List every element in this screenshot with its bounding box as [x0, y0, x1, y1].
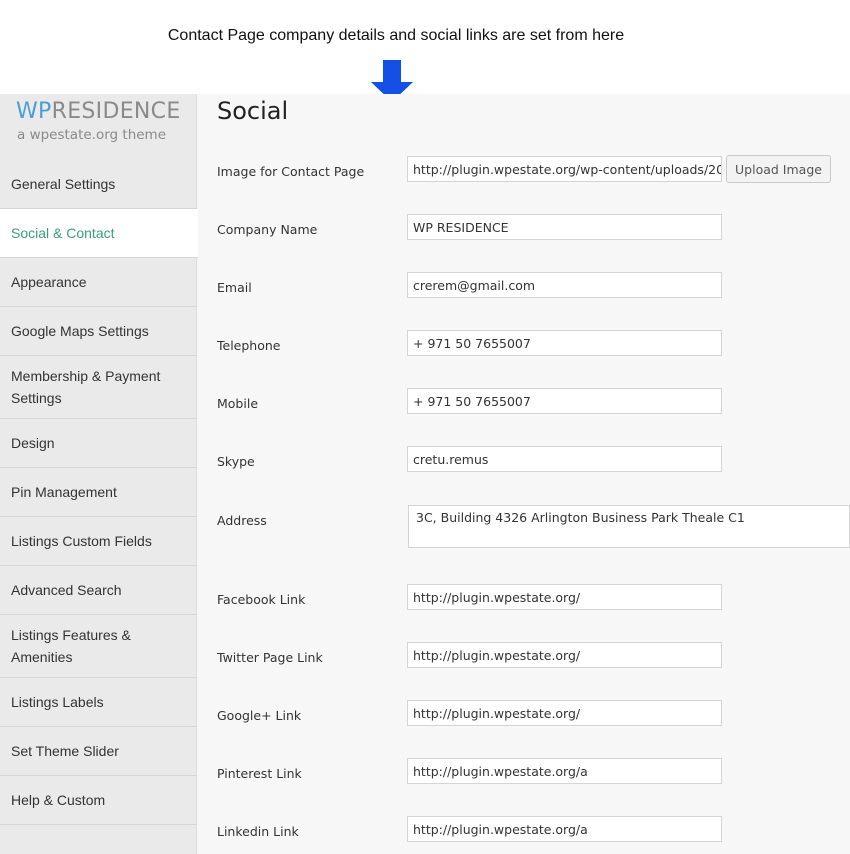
sidebar-item-listings-custom-fields[interactable]: Listings Custom Fields [0, 517, 197, 566]
sidebar-item-general-settings[interactable]: General Settings [0, 160, 197, 209]
field-label: Skype [217, 454, 255, 469]
sidebar-item-pin-management[interactable]: Pin Management [0, 468, 197, 517]
skype-input[interactable]: cretu.remus [407, 446, 722, 472]
address-textarea[interactable]: 3C, Building 4326 Arlington Business Par… [408, 505, 850, 548]
sidebar-item-help-custom[interactable]: Help & Custom [0, 776, 197, 825]
pinterest-link-input[interactable]: http://plugin.wpestate.org/a [407, 758, 722, 784]
field-label: Linkedin Link [217, 824, 299, 839]
field-label: Telephone [217, 338, 281, 353]
email-input[interactable]: crerem@gmail.com [407, 272, 722, 298]
settings-panel: WPRESIDENCE a wpestate.org theme General… [0, 94, 850, 854]
field-label: Twitter Page Link [217, 650, 323, 665]
sidebar-item-google-maps-settings[interactable]: Google Maps Settings [0, 307, 197, 356]
annotation-caption: Contact Page company details and social … [167, 27, 625, 44]
telephone-input[interactable]: + 971 50 7655007 [407, 330, 722, 356]
logo-residence: RESIDENCE [51, 99, 181, 124]
linkedin-link-input[interactable]: http://plugin.wpestate.org/a [407, 816, 722, 842]
field-label: Pinterest Link [217, 766, 302, 781]
sidebar-item-listings-features[interactable]: Listings Features & Amenities [0, 615, 197, 678]
page-title: Social [217, 97, 289, 125]
sidebar-item-design[interactable]: Design [0, 419, 197, 468]
sidebar-item-membership-payment[interactable]: Membership & Payment Settings [0, 356, 197, 419]
twitter-link-input[interactable]: http://plugin.wpestate.org/ [407, 642, 722, 668]
sidebar-item-listings-labels[interactable]: Listings Labels [0, 678, 197, 727]
sidebar-item-set-theme-slider[interactable]: Set Theme Slider [0, 727, 197, 776]
mobile-input[interactable]: + 971 50 7655007 [407, 388, 722, 414]
facebook-link-input[interactable]: http://plugin.wpestate.org/ [407, 584, 722, 610]
logo-tagline: a wpestate.org theme [17, 127, 167, 143]
field-label: Facebook Link [217, 592, 306, 607]
field-label: Address [217, 513, 267, 528]
contact-image-input[interactable]: http://plugin.wpestate.org/wp-content/up… [407, 156, 722, 182]
field-label: Image for Contact Page [217, 164, 365, 179]
sidebar-item-advanced-search[interactable]: Advanced Search [0, 566, 197, 615]
sidebar-menu: General Settings Social & Contact Appear… [0, 160, 198, 825]
field-label: Google+ Link [217, 708, 302, 723]
logo: WPRESIDENCE a wpestate.org theme [16, 98, 181, 144]
googleplus-link-input[interactable]: http://plugin.wpestate.org/ [407, 700, 722, 726]
sidebar-item-appearance[interactable]: Appearance [0, 258, 197, 307]
logo-wp: WP [16, 99, 52, 124]
field-label: Mobile [217, 396, 259, 411]
logo-title: WPRESIDENCE [16, 98, 181, 126]
sidebar: WPRESIDENCE a wpestate.org theme General… [0, 94, 198, 854]
sidebar-item-social-contact[interactable]: Social & Contact [0, 209, 198, 258]
field-label: Company Name [217, 222, 318, 237]
field-label: Email [217, 280, 252, 295]
company-name-input[interactable]: WP RESIDENCE [407, 214, 722, 240]
upload-image-button[interactable]: Upload Image [726, 155, 831, 183]
